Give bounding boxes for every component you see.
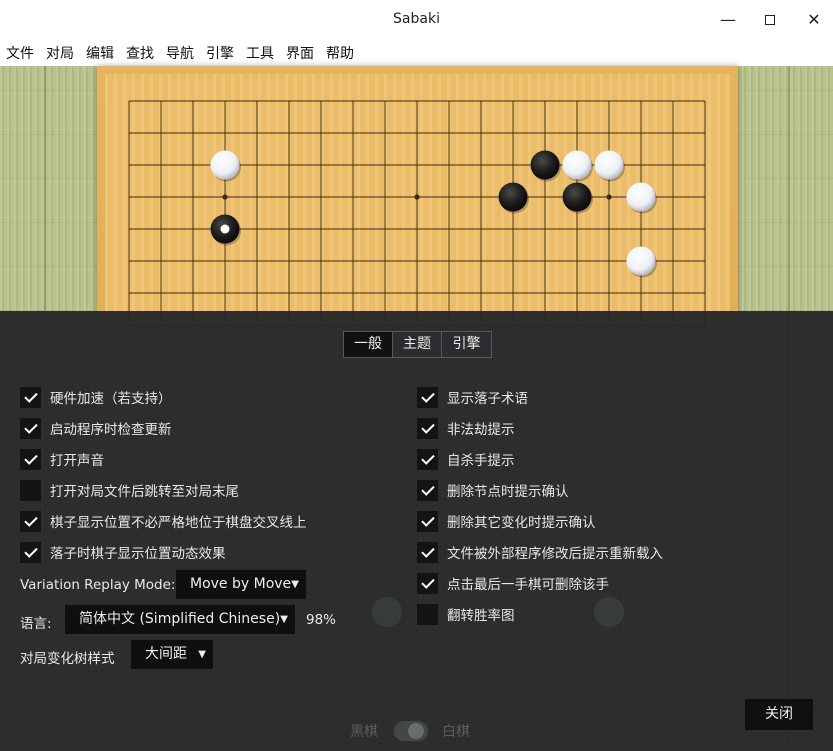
option-show-coordinates-terms[interactable]: 显示落子术语 bbox=[417, 386, 528, 408]
checkbox[interactable] bbox=[417, 386, 438, 408]
menu-engines[interactable]: 引擎 bbox=[206, 43, 234, 63]
checkbox[interactable] bbox=[20, 510, 41, 532]
option-label: 删除节点时提示确认 bbox=[447, 484, 569, 500]
maximize-icon[interactable] bbox=[758, 8, 782, 32]
option-label: 点击最后一手棋可删除该手 bbox=[447, 577, 609, 593]
select-value: 简体中文 (Simplified Chinese) bbox=[79, 611, 281, 627]
ghost-stone bbox=[594, 597, 624, 627]
tree-style-label: 对局变化树样式 bbox=[20, 651, 115, 667]
minimize-icon[interactable]: — bbox=[716, 8, 740, 32]
dropdown-arrow-icon: ▼ bbox=[291, 579, 299, 590]
tree-style-select[interactable]: 大间距 ▼ bbox=[131, 640, 213, 669]
last-move-marker bbox=[220, 224, 230, 234]
option-label: 落子时棋子显示位置动态效果 bbox=[50, 546, 226, 562]
menu-file[interactable]: 文件 bbox=[6, 43, 34, 63]
checkbox[interactable] bbox=[20, 386, 41, 408]
white-stone bbox=[210, 150, 240, 180]
option-animate-stone[interactable]: 落子时棋子显示位置动态效果 bbox=[20, 541, 226, 563]
option-label: 启动程序时检查更新 bbox=[50, 422, 172, 438]
menu-view[interactable]: 界面 bbox=[286, 43, 314, 63]
language-select[interactable]: 简体中文 (Simplified Chinese) ▼ bbox=[65, 605, 295, 634]
black-player-hint: 黑棋 bbox=[350, 724, 378, 740]
checkbox[interactable] bbox=[20, 417, 41, 439]
preferences-panel: 一般 主题 引擎 硬件加速（若支持） 启动程序时检查更新 打开声音 打开对局文件… bbox=[0, 311, 833, 751]
option-label: 显示落子术语 bbox=[447, 391, 528, 407]
dropdown-arrow-icon: ▼ bbox=[198, 649, 206, 660]
checkbox[interactable] bbox=[417, 603, 438, 625]
white-player-hint: 白棋 bbox=[442, 724, 470, 740]
tab-general[interactable]: 一般 bbox=[344, 332, 393, 357]
option-label: 打开声音 bbox=[50, 453, 104, 469]
language-label: 语言: bbox=[20, 616, 52, 632]
checkbox[interactable] bbox=[20, 479, 41, 501]
option-illegal-ko-warning[interactable]: 非法劫提示 bbox=[417, 417, 515, 439]
option-fuzzy-stone-placement[interactable]: 棋子显示位置不必严格地位于棋盘交叉线上 bbox=[20, 510, 307, 532]
menu-find[interactable]: 查找 bbox=[126, 43, 154, 63]
menu-game[interactable]: 对局 bbox=[46, 43, 74, 63]
star-point bbox=[222, 194, 228, 200]
select-value: Move by Move bbox=[190, 576, 292, 592]
option-label: 自杀手提示 bbox=[447, 453, 515, 469]
star-point bbox=[606, 194, 612, 200]
checkbox[interactable] bbox=[417, 541, 438, 563]
dropdown-arrow-icon: ▼ bbox=[280, 614, 288, 625]
board-surface bbox=[105, 74, 730, 326]
option-label: 硬件加速（若支持） bbox=[50, 391, 172, 407]
option-jump-to-end[interactable]: 打开对局文件后跳转至对局末尾 bbox=[20, 479, 239, 501]
tab-themes[interactable]: 主题 bbox=[393, 332, 442, 357]
close-window-icon[interactable]: ✕ bbox=[802, 8, 826, 32]
white-stone bbox=[626, 246, 656, 276]
variation-replay-select[interactable]: Move by Move ▼ bbox=[176, 570, 306, 599]
option-label: 删除其它变化时提示确认 bbox=[447, 515, 596, 531]
tab-engines[interactable]: 引擎 bbox=[442, 332, 491, 357]
option-reload-on-change[interactable]: 文件被外部程序修改后提示重新载入 bbox=[417, 541, 663, 563]
ghost-stone bbox=[372, 597, 402, 627]
white-stone bbox=[626, 182, 656, 212]
menu-navigation[interactable]: 导航 bbox=[166, 43, 194, 63]
select-value: 大间距 bbox=[145, 646, 187, 662]
option-invert-winrate-graph[interactable]: 翻转胜率图 bbox=[417, 603, 515, 625]
checkbox[interactable] bbox=[417, 572, 438, 594]
turn-toggle bbox=[394, 721, 428, 741]
menu-edit[interactable]: 编辑 bbox=[86, 43, 114, 63]
go-board[interactable] bbox=[97, 66, 738, 326]
checkbox[interactable] bbox=[417, 479, 438, 501]
menu-bar: 文件 对局 编辑 查找 导航 引擎 工具 界面 帮助 bbox=[0, 40, 833, 66]
option-sound[interactable]: 打开声音 bbox=[20, 448, 104, 470]
variation-replay-label: Variation Replay Mode: bbox=[20, 577, 176, 593]
window-title: Sabaki bbox=[393, 11, 440, 27]
option-click-last-move-remove[interactable]: 点击最后一手棋可删除该手 bbox=[417, 572, 609, 594]
white-stone bbox=[562, 150, 592, 180]
black-stone bbox=[530, 150, 560, 180]
checkbox[interactable] bbox=[20, 541, 41, 563]
board-grid[interactable] bbox=[105, 74, 730, 326]
option-suicide-warning[interactable]: 自杀手提示 bbox=[417, 448, 515, 470]
checkbox[interactable] bbox=[417, 510, 438, 532]
menu-help[interactable]: 帮助 bbox=[326, 43, 354, 63]
option-hardware-acceleration[interactable]: 硬件加速（若支持） bbox=[20, 386, 172, 408]
menu-tools[interactable]: 工具 bbox=[246, 43, 274, 63]
star-point bbox=[414, 194, 420, 200]
black-stone bbox=[498, 182, 528, 212]
close-button[interactable]: 关闭 bbox=[745, 699, 813, 730]
option-label: 棋子显示位置不必严格地位于棋盘交叉线上 bbox=[50, 515, 307, 531]
white-stone bbox=[594, 150, 624, 180]
option-label: 文件被外部程序修改后提示重新载入 bbox=[447, 546, 663, 562]
checkbox[interactable] bbox=[417, 448, 438, 470]
option-label: 非法劫提示 bbox=[447, 422, 515, 438]
option-label: 翻转胜率图 bbox=[447, 608, 515, 624]
preferences-tabs: 一般 主题 引擎 bbox=[343, 331, 492, 358]
checkbox[interactable] bbox=[417, 417, 438, 439]
black-stone bbox=[562, 182, 592, 212]
option-confirm-remove-node[interactable]: 删除节点时提示确认 bbox=[417, 479, 569, 501]
checkbox[interactable] bbox=[20, 448, 41, 470]
title-bar: Sabaki — ✕ bbox=[0, 0, 833, 40]
translation-percent: 98% bbox=[306, 612, 337, 628]
option-label: 打开对局文件后跳转至对局末尾 bbox=[50, 484, 239, 500]
option-check-updates[interactable]: 启动程序时检查更新 bbox=[20, 417, 172, 439]
option-confirm-remove-variations[interactable]: 删除其它变化时提示确认 bbox=[417, 510, 596, 532]
